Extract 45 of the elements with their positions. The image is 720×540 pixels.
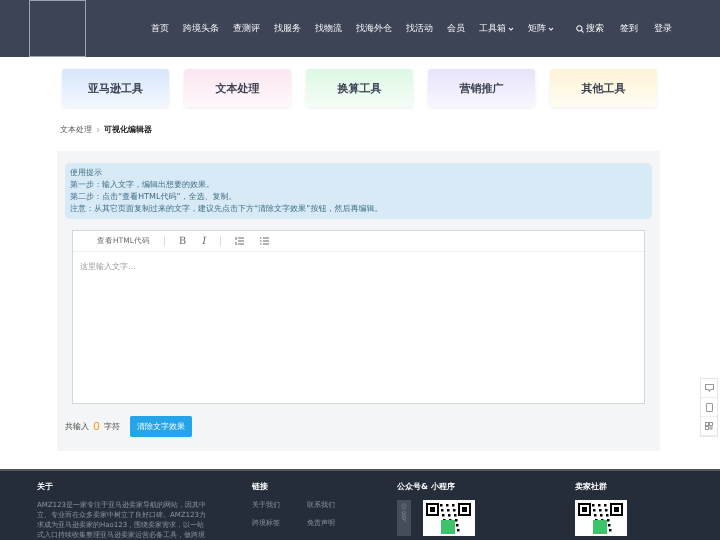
footer-heading: 关于 xyxy=(37,481,54,492)
category-card[interactable]: 换算工具 xyxy=(306,69,413,107)
search-icon xyxy=(576,24,584,32)
category-card[interactable]: 其他工具 xyxy=(550,69,657,107)
phone-icon[interactable] xyxy=(706,402,712,412)
breadcrumb-item: 可视化编辑器 xyxy=(104,124,152,135)
nav-link[interactable]: 找服务 xyxy=(274,22,301,35)
bullet-list-icon[interactable] xyxy=(260,237,270,245)
category-card[interactable]: 文本处理 xyxy=(184,69,291,107)
qr-code-drawing xyxy=(423,500,475,536)
footer-heading: 公众号& 小程序 xyxy=(397,481,456,492)
checkin-link[interactable]: 签到 xyxy=(620,22,638,35)
nav-link[interactable]: 找活动 xyxy=(406,22,433,35)
qr-code-drawing xyxy=(575,500,627,536)
login-link[interactable]: 登录 xyxy=(654,22,672,35)
footer-heading: 链接 xyxy=(252,481,269,492)
chevron-down-icon xyxy=(508,26,514,30)
breadcrumb-item[interactable]: 文本处理 xyxy=(60,124,92,135)
footer-heading: 卖家社群 xyxy=(575,481,608,492)
nav-link[interactable]: 找物流 xyxy=(315,22,342,35)
tip-text: 注意：从其它页面复制过来的文字，建议先点击下方“清除文字效果”按钮，然后再编辑。 xyxy=(70,203,384,215)
nav-link[interactable]: 会员 xyxy=(447,22,465,35)
nav-link[interactable]: 查测评 xyxy=(233,22,260,35)
italic-button[interactable]: I xyxy=(194,236,214,246)
nav-link[interactable]: 跨境头条 xyxy=(183,22,219,35)
counter-label: 共输入 xyxy=(65,421,89,432)
category-card[interactable]: 营销推广 xyxy=(428,69,535,107)
ordered-list-icon[interactable] xyxy=(235,237,244,245)
chevron-right-icon xyxy=(96,126,100,132)
nav-link[interactable]: 工具箱 xyxy=(479,22,514,35)
nav-link[interactable]: 找海外仓 xyxy=(356,22,392,35)
chat-icon[interactable] xyxy=(704,384,714,392)
chevron-down-icon xyxy=(548,26,554,30)
tip-text: 使用提示 xyxy=(70,167,103,179)
category-card[interactable]: 亚马逊工具 xyxy=(62,69,169,107)
tip-text: 第一步：输入文字，编辑出想要的效果。 xyxy=(70,179,215,191)
bold-button[interactable]: B xyxy=(170,236,194,246)
qr-code-icon[interactable] xyxy=(705,422,713,430)
counter-unit: 字符 xyxy=(104,421,120,432)
search-link[interactable]: 搜索 xyxy=(576,22,604,35)
nav-link[interactable]: 矩阵 xyxy=(528,22,554,35)
nav-link[interactable]: 首页 xyxy=(151,22,169,35)
broken-image-logo[interactable] xyxy=(29,0,86,57)
tip-text: 第二步：点击“查看HTML代码”，全选、复制。 xyxy=(70,191,238,203)
character-count: 0 xyxy=(93,420,100,433)
